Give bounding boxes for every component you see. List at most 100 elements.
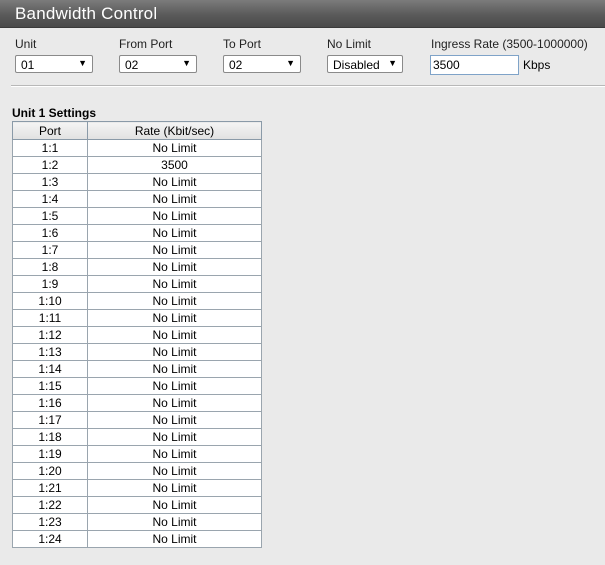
rate-cell: No Limit (87, 360, 262, 378)
table-row: 1:14 No Limit (12, 360, 262, 378)
table-row: 1:20 No Limit (12, 462, 262, 480)
rate-cell: No Limit (87, 411, 262, 429)
table-row: 1:23 No Limit (12, 513, 262, 531)
no-limit-select[interactable]: Disabled ▼ (327, 55, 403, 73)
ingress-rate-field: Ingress Rate (3500-1000000) (431, 37, 588, 53)
port-cell: 1:21 (12, 479, 88, 497)
rate-cell: No Limit (87, 326, 262, 344)
bandwidth-form: Unit 01 ▼ From Port 02 ▼ To Port 02 ▼ No… (0, 28, 605, 84)
to-port-select-value: 02 (229, 58, 243, 72)
divider (11, 85, 605, 87)
port-cell: 1:7 (12, 241, 88, 259)
table-row: 1:4 No Limit (12, 190, 262, 208)
unit-select-value: 01 (21, 58, 35, 72)
port-cell: 1:24 (12, 530, 88, 548)
rate-cell: No Limit (87, 513, 262, 531)
rate-cell: No Limit (87, 530, 262, 548)
from-port-label: From Port (119, 37, 173, 51)
column-header-port: Port (12, 121, 88, 140)
table-row: 1:8 No Limit (12, 258, 262, 276)
port-cell: 1:17 (12, 411, 88, 429)
table-row: 1:15 No Limit (12, 377, 262, 395)
table-row: 1:18 No Limit (12, 428, 262, 446)
port-cell: 1:18 (12, 428, 88, 446)
rate-cell: No Limit (87, 462, 262, 480)
no-limit-label: No Limit (327, 37, 372, 51)
rate-cell: No Limit (87, 275, 262, 293)
rate-cell: No Limit (87, 394, 262, 412)
table-row: 1:19 No Limit (12, 445, 262, 463)
chevron-down-icon: ▼ (78, 58, 87, 68)
rate-cell: No Limit (87, 139, 262, 157)
table-row: 1:5 No Limit (12, 207, 262, 225)
from-port-field: From Port (119, 37, 172, 53)
table-row: 1:10 No Limit (12, 292, 262, 310)
unit-field: Unit (15, 37, 36, 53)
column-header-rate: Rate (Kbit/sec) (87, 121, 262, 140)
table-row: 1:9 No Limit (12, 275, 262, 293)
port-cell: 1:5 (12, 207, 88, 225)
port-cell: 1:10 (12, 292, 88, 310)
port-cell: 1:8 (12, 258, 88, 276)
chevron-down-icon: ▼ (388, 58, 397, 68)
port-cell: 1:14 (12, 360, 88, 378)
rate-cell: No Limit (87, 173, 262, 191)
port-cell: 1:22 (12, 496, 88, 514)
port-cell: 1:13 (12, 343, 88, 361)
table-row: 1:12 No Limit (12, 326, 262, 344)
table-row: 1:22 No Limit (12, 496, 262, 514)
rate-cell: No Limit (87, 445, 262, 463)
settings-table: Port Rate (Kbit/sec) 1:1 No Limit 1:2 3500 1… (12, 121, 262, 548)
port-cell: 1:4 (12, 190, 88, 208)
port-cell: 1:23 (12, 513, 88, 531)
rate-cell: No Limit (87, 241, 262, 259)
port-cell: 1:11 (12, 309, 88, 327)
title-bar: Bandwidth Control (0, 0, 605, 28)
no-limit-select-value: Disabled (333, 58, 380, 72)
port-cell: 1:1 (12, 139, 88, 157)
from-port-select-value: 02 (125, 58, 139, 72)
table-row: 1:11 No Limit (12, 309, 262, 327)
ingress-rate-unit: Kbps (523, 58, 551, 72)
port-cell: 1:15 (12, 377, 88, 395)
port-cell: 1:6 (12, 224, 88, 242)
rate-cell: No Limit (87, 479, 262, 497)
rate-cell: No Limit (87, 207, 262, 225)
ingress-rate-input-value: 3500 (433, 58, 460, 72)
chevron-down-icon: ▼ (182, 58, 191, 68)
table-row: 1:16 No Limit (12, 394, 262, 412)
unit-label: Unit (15, 37, 37, 51)
to-port-label: To Port (223, 37, 262, 51)
settings-title: Unit 1 Settings (12, 106, 97, 120)
port-cell: 1:19 (12, 445, 88, 463)
rate-cell: No Limit (87, 190, 262, 208)
rate-cell: 3500 (87, 156, 262, 174)
table-row: 1:7 No Limit (12, 241, 262, 259)
table-row: 1:1 No Limit (12, 139, 262, 157)
table-row: 1:17 No Limit (12, 411, 262, 429)
table-row: 1:21 No Limit (12, 479, 262, 497)
to-port-field: To Port (223, 37, 261, 53)
to-port-select[interactable]: 02 ▼ (223, 55, 301, 73)
chevron-down-icon: ▼ (286, 58, 295, 68)
port-cell: 1:3 (12, 173, 88, 191)
port-cell: 1:20 (12, 462, 88, 480)
table-row: 1:13 No Limit (12, 343, 262, 361)
rate-cell: No Limit (87, 377, 262, 395)
ingress-rate-input[interactable]: 3500 (430, 55, 519, 75)
port-cell: 1:12 (12, 326, 88, 344)
table-row: 1:24 No Limit (12, 530, 262, 548)
port-cell: 1:2 (12, 156, 88, 174)
page-title: Bandwidth Control (15, 4, 158, 23)
rate-cell: No Limit (87, 258, 262, 276)
rate-cell: No Limit (87, 224, 262, 242)
from-port-select[interactable]: 02 ▼ (119, 55, 197, 73)
no-limit-field: No Limit (327, 37, 371, 53)
port-cell: 1:16 (12, 394, 88, 412)
ingress-rate-label: Ingress Rate (3500-1000000) (431, 37, 588, 51)
rate-cell: No Limit (87, 309, 262, 327)
table-row: 1:6 No Limit (12, 224, 262, 242)
table-row: 1:3 No Limit (12, 173, 262, 191)
unit-select[interactable]: 01 ▼ (15, 55, 93, 73)
rate-cell: No Limit (87, 428, 262, 446)
